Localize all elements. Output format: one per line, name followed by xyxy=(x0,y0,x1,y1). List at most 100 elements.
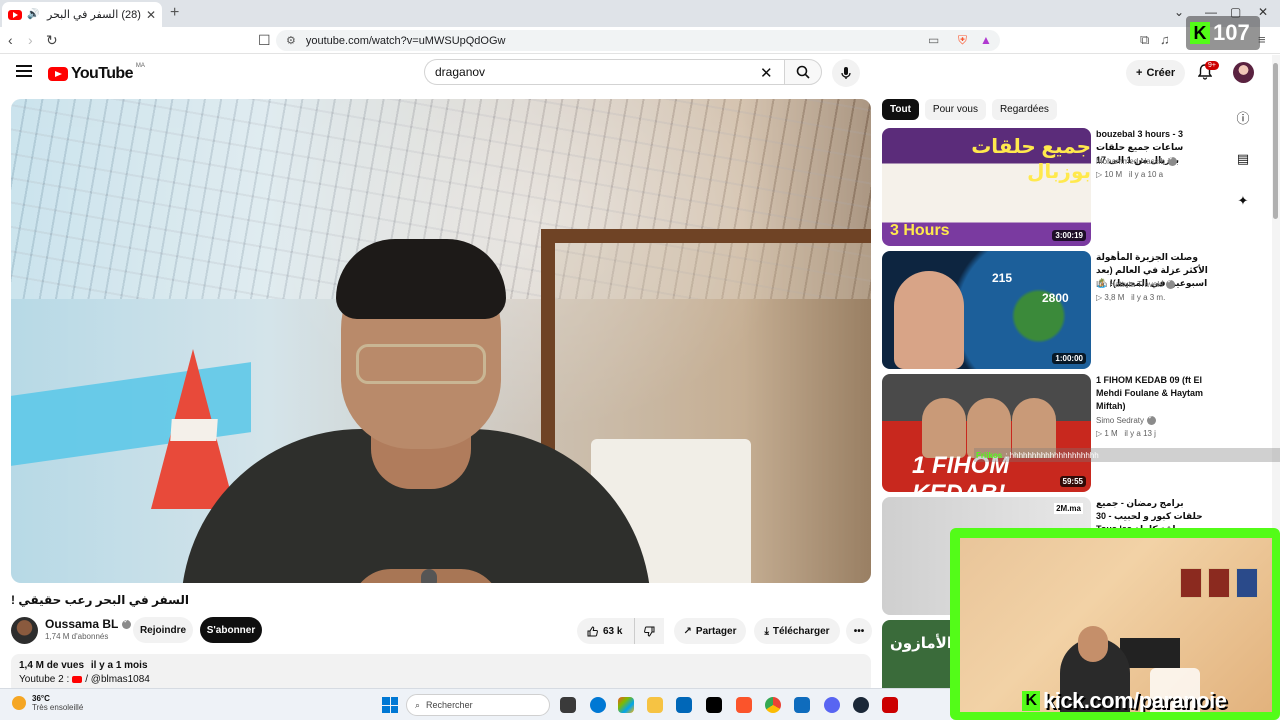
video-frame-cone-stripe xyxy=(170,419,218,441)
thumbnail-text: 2M.ma xyxy=(1054,503,1083,514)
site-info-icon[interactable]: ⚙ xyxy=(286,34,296,47)
join-button[interactable]: Rejoindre xyxy=(133,617,193,643)
recommendation-age: il y a 3 m. xyxy=(1131,293,1166,302)
steam-icon[interactable] xyxy=(853,697,869,713)
recommendation-title[interactable]: 1 FIHOM KEDAB 09 (ft El Mehdi Foulane & … xyxy=(1096,374,1212,413)
webcam-poster xyxy=(1180,568,1202,598)
edge-icon[interactable] xyxy=(590,697,606,713)
channel-handle-link[interactable]: / @blmas1084 xyxy=(85,674,150,685)
taskbar-search[interactable]: ⌕ Rechercher xyxy=(406,694,550,716)
clear-search-icon[interactable]: ✕ xyxy=(760,64,773,82)
chat-message: : hhhhhhhhhhhhhhhhhhhh xyxy=(1005,450,1099,460)
thumbnail-text: 215 xyxy=(992,271,1013,285)
download-label: Télécharger xyxy=(772,625,830,637)
notification-count-badge: 9+ xyxy=(1205,61,1219,70)
youtube-logo[interactable]: YouTube MA xyxy=(48,63,145,83)
download-button[interactable]: ⤓ Télécharger xyxy=(754,618,840,644)
recommendation-item[interactable]: 215 2800 1:00:00 وصلت الجزيرة المأهولة ا… xyxy=(882,251,1212,369)
thumbs-up-icon xyxy=(587,625,598,636)
back-icon[interactable]: ‹ xyxy=(8,32,13,48)
channel-avatar[interactable] xyxy=(11,617,38,644)
browser-tab-active[interactable]: 🔊 (28) السفر في البحر رعب حقيقي ✕ xyxy=(2,2,162,27)
copilot-icon[interactable] xyxy=(618,697,634,713)
channel-name[interactable]: Oussama BL xyxy=(45,617,118,631)
tab-search-icon[interactable]: ⌄ xyxy=(1174,5,1184,19)
search-input[interactable]: draganov xyxy=(424,59,784,85)
recommendation-thumbnail[interactable]: 215 2800 1:00:00 xyxy=(882,251,1091,369)
subscribe-button[interactable]: S'abonner xyxy=(200,617,262,643)
chrome-icon[interactable] xyxy=(765,697,781,713)
create-button[interactable]: + Créer xyxy=(1126,60,1186,86)
recommendation-chips: Tout Pour vous Regardées xyxy=(882,99,1057,120)
brave-icon[interactable] xyxy=(736,697,752,713)
video-player[interactable] xyxy=(11,99,871,583)
youtube-link-icon xyxy=(72,676,83,683)
chip-tout[interactable]: Tout xyxy=(882,99,919,120)
scrollbar-thumb[interactable] xyxy=(1273,63,1278,219)
file-explorer-icon[interactable] xyxy=(647,697,663,713)
brave-shield-icon[interactable]: ⛨ xyxy=(958,33,967,48)
recommendation-views: 1 M xyxy=(1104,429,1118,438)
extensions-icon[interactable]: ⧉ xyxy=(1140,32,1149,48)
share-icon: ↗ xyxy=(683,625,692,637)
more-actions-button[interactable]: ••• xyxy=(846,618,872,644)
recommendation-channel[interactable]: Simo Sedraty xyxy=(1096,416,1144,425)
discord-icon[interactable] xyxy=(824,697,840,713)
outlook-icon[interactable] xyxy=(794,697,810,713)
weather-widget[interactable]: 36°C Très ensoleillé xyxy=(12,694,83,712)
recommendation-meta: ▷ 1 M il y a 13 j xyxy=(1096,429,1156,438)
logo-wordmark: YouTube xyxy=(71,65,133,82)
video-frame-mic xyxy=(421,569,437,583)
subscriber-count: 1,74 M d'abonnés xyxy=(45,632,109,641)
close-window-icon[interactable]: ✕ xyxy=(1258,5,1268,19)
feedback-icon[interactable]: ▤ xyxy=(1234,150,1252,168)
forward-icon[interactable]: › xyxy=(28,32,33,48)
store-icon[interactable] xyxy=(676,697,692,713)
address-url[interactable]: youtube.com/watch?v=uMWSUpQdOGw xyxy=(306,35,506,47)
chip-regardees[interactable]: Regardées xyxy=(991,99,1057,120)
reload-icon[interactable]: ↻ xyxy=(46,32,58,49)
account-avatar[interactable] xyxy=(1233,62,1254,83)
verified-badge-icon xyxy=(1147,413,1157,425)
bookmark-icon[interactable]: ☐ xyxy=(258,32,271,49)
cast-icon[interactable]: ▭ xyxy=(928,33,939,47)
share-label: Partager xyxy=(695,625,737,637)
like-count: 63 k xyxy=(603,625,623,637)
recommendation-thumbnail[interactable]: 1 FIHOM KEDAB! 59:55 xyxy=(882,374,1091,492)
video-title: السفر في البحر رعب حقيقي ! xyxy=(11,593,189,607)
recommendation-thumbnail[interactable]: جميع حلقات بوزبال 3 Hours 3:00:19 xyxy=(882,128,1091,246)
logo-country-code: MA xyxy=(135,63,145,69)
brave-rewards-icon[interactable]: ▲ xyxy=(980,33,992,47)
channel-name-row[interactable]: Oussama BL xyxy=(45,617,132,631)
media-icon[interactable]: ♫ xyxy=(1160,32,1170,47)
audio-playing-icon[interactable]: 🔊 xyxy=(27,9,39,20)
browser-toolbar: ‹ › ↻ ☐ ⚙ youtube.com/watch?v=uMWSUpQdOG… xyxy=(0,27,1280,54)
kick-url-text: kick.com/paranoie xyxy=(1043,688,1227,712)
guide-menu-icon[interactable] xyxy=(16,65,32,77)
chip-pour-vous[interactable]: Pour vous xyxy=(924,99,986,120)
sparkle-icon[interactable]: ✦ xyxy=(1234,192,1252,210)
recommendation-item[interactable]: 1 FIHOM KEDAB! 59:55 1 FIHOM KEDAB 09 (f… xyxy=(882,374,1212,492)
share-button[interactable]: ↗ Partager xyxy=(674,618,746,644)
create-label: Créer xyxy=(1146,67,1176,79)
search-icon: ⌕ xyxy=(415,699,421,710)
recommendation-channel[interactable]: Mohammed Nassib xyxy=(1096,157,1165,166)
info-icon[interactable]: ⓘ xyxy=(1234,108,1252,126)
taskview-icon[interactable] xyxy=(560,697,576,713)
recommendation-meta: ▷ 3,8 M il y a 3 m. xyxy=(1096,293,1166,302)
weather-temperature: 36°C xyxy=(32,694,50,703)
recommendation-channel-row: Mohammed Nassib xyxy=(1096,154,1177,166)
recommendation-channel[interactable]: Ibn Hattuta Travels xyxy=(1096,280,1163,289)
new-tab-button[interactable]: + xyxy=(170,4,179,22)
search-button[interactable] xyxy=(784,59,822,85)
duration-badge: 59:55 xyxy=(1059,476,1086,487)
app-icon[interactable] xyxy=(882,697,898,713)
tab-close-icon[interactable]: ✕ xyxy=(146,8,156,22)
video-frame-glasses xyxy=(356,344,486,384)
terminal-icon[interactable] xyxy=(706,697,722,713)
address-bar[interactable]: ⚙ youtube.com/watch?v=uMWSUpQdOGw ▭ ⛨ ▲ xyxy=(276,30,1000,51)
dislike-button[interactable] xyxy=(634,618,664,644)
recommendation-item[interactable]: جميع حلقات بوزبال 3 Hours 3:00:19 bouzeb… xyxy=(882,128,1212,246)
windows-start-icon[interactable] xyxy=(382,697,398,713)
voice-search-button[interactable] xyxy=(832,59,860,87)
